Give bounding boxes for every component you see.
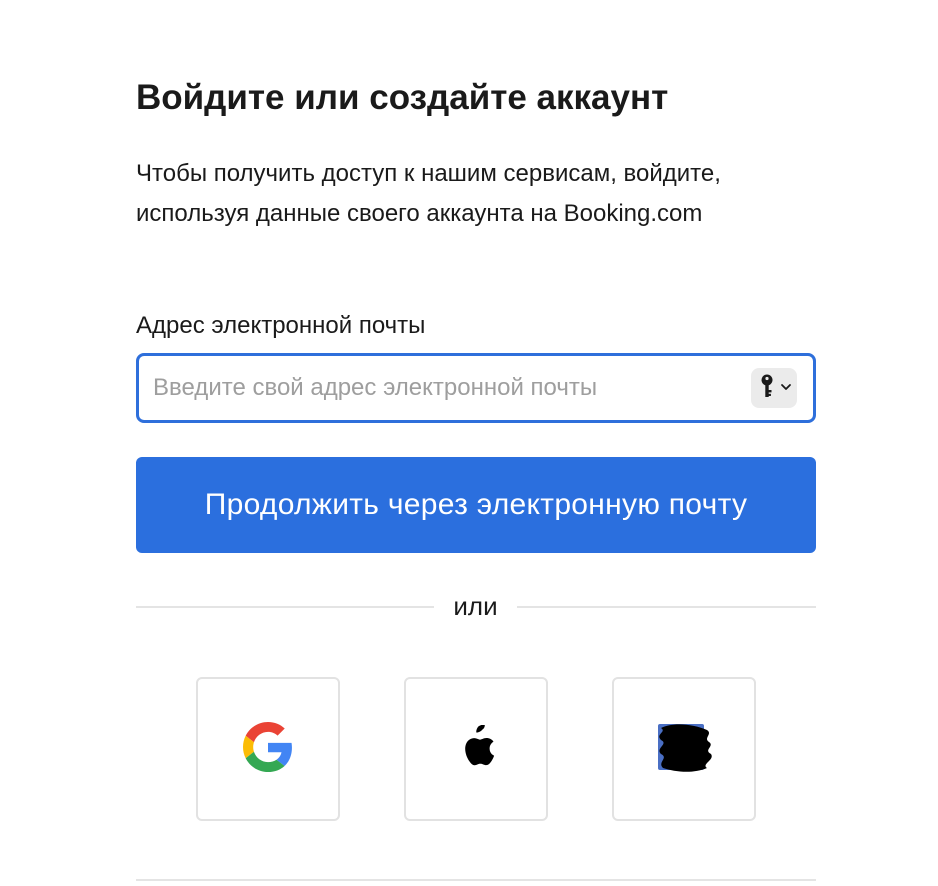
apple-sign-in-button[interactable] xyxy=(404,677,548,821)
chevron-down-icon xyxy=(780,379,792,397)
google-logo-icon xyxy=(243,721,293,777)
divider-line-right xyxy=(517,606,816,608)
divider-label: или xyxy=(453,591,498,621)
sign-in-page: Войдите или создайте аккаунт Чтобы получ… xyxy=(0,0,938,886)
email-field[interactable] xyxy=(136,353,816,423)
google-sign-in-button[interactable] xyxy=(196,677,340,821)
email-label: Адрес электронной почты xyxy=(136,312,426,339)
page-subtitle: Чтобы получить доступ к нашим сервисам, … xyxy=(136,160,721,227)
facebook-logo-icon xyxy=(653,720,715,779)
email-input[interactable] xyxy=(153,356,743,420)
autofill-key-button[interactable] xyxy=(751,368,797,408)
continue-with-email-button[interactable]: Продолжить через электронную почту xyxy=(136,457,816,553)
page-title: Войдите или создайте аккаунт xyxy=(136,78,669,117)
divider-line-left xyxy=(136,606,434,608)
apple-logo-icon xyxy=(456,723,496,774)
bottom-divider xyxy=(136,879,816,881)
facebook-sign-in-button[interactable] xyxy=(612,677,756,821)
